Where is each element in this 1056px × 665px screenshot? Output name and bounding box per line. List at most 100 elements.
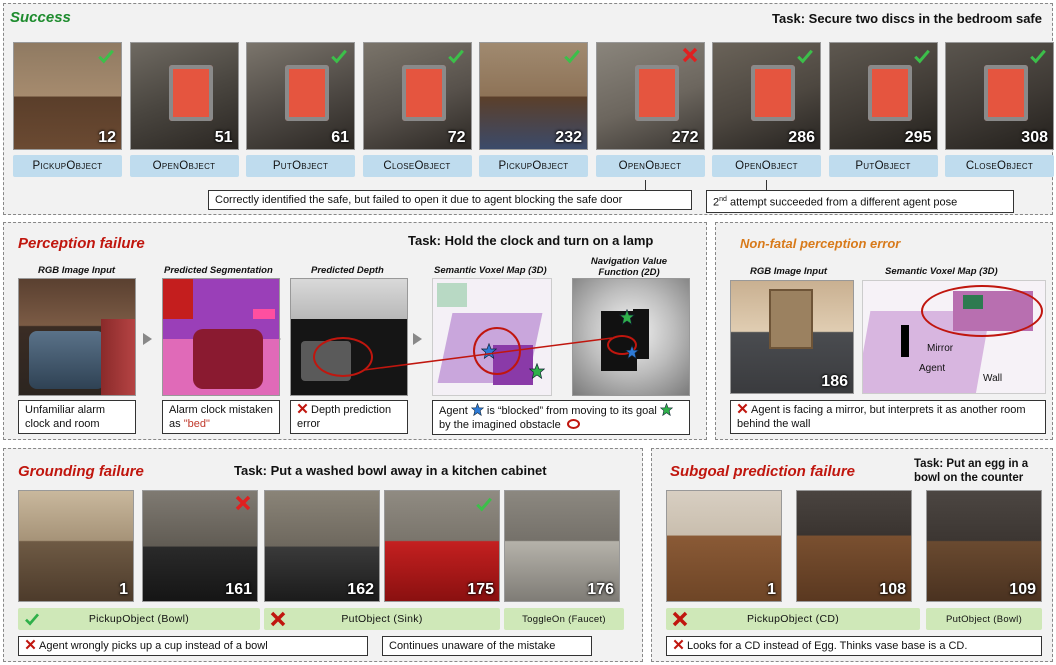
caption-voxel: Semantic Voxel Map (3D): [885, 266, 998, 277]
perception-note-1: Unfamiliar alarm clock and room: [18, 400, 136, 434]
note-highlight: "bed": [183, 418, 210, 430]
mirror-label: Mirror: [927, 343, 954, 354]
success-frame: 272: [595, 42, 705, 150]
frame-number: 61: [331, 129, 349, 146]
note-text: attempt succeeded from a different agent…: [726, 196, 958, 209]
frame-number: 186: [821, 373, 848, 390]
action-label: OpenObject: [712, 155, 821, 177]
x-mark-icon: [682, 47, 697, 63]
frame-number: 162: [347, 581, 374, 598]
x-mark-icon: [737, 403, 748, 414]
success-task: Task: Secure two discs in the bedroom sa…: [772, 11, 1042, 26]
note-text: Agent: [439, 405, 468, 417]
note-text: Agent wrongly picks up a cup instead of …: [39, 640, 268, 652]
safe-shape: [634, 65, 679, 121]
grounding-frame: 161: [142, 490, 258, 602]
frame-number: 109: [1009, 581, 1036, 598]
connector-line: [363, 337, 613, 371]
mirror-shape: [769, 289, 813, 349]
frame-number: 12: [98, 129, 116, 146]
x-mark-icon: [673, 639, 684, 650]
perception-note-4: Agent is “blocked” from moving to its go…: [432, 400, 690, 435]
note-text: by the imagined obstacle: [439, 419, 561, 431]
safe-shape: [285, 65, 329, 121]
grounding-note-1: Agent wrongly picks up a cup instead of …: [18, 636, 368, 656]
nonfatal-title: Non-fatal perception error: [740, 236, 901, 251]
safe-shape: [751, 65, 795, 121]
grounding-task: Task: Put a washed bowl away in a kitche…: [234, 463, 547, 478]
x-mark-icon: [297, 403, 308, 414]
check-icon: [1030, 49, 1046, 64]
frame-number: 108: [879, 581, 906, 598]
check-icon: [25, 613, 40, 626]
frame-number: 1: [767, 581, 776, 598]
action-label: ToggleOn (Faucet): [522, 613, 606, 625]
success-note-1: Correctly identified the safe, but faile…: [208, 190, 692, 210]
subgoal-frame: 1: [666, 490, 782, 602]
action-label: PutObject: [828, 155, 938, 177]
success-frame: 295: [828, 42, 938, 150]
frame-number: 308: [1021, 129, 1048, 146]
success-frame: 12: [13, 42, 122, 150]
action-label: OpenObject: [595, 155, 705, 177]
frame-number: 232: [555, 129, 582, 146]
grounding-frame: 1: [18, 490, 134, 602]
grounding-action-put: PutObject (Sink): [264, 608, 500, 630]
action-label: PickupObject: [479, 155, 588, 177]
note-text: Agent is facing a mirror, but interprets…: [737, 404, 1026, 430]
frame-number: 1: [119, 581, 128, 598]
subgoal-note: Looks for a CD instead of Egg. Thinks va…: [666, 636, 1042, 656]
grounding-frame: 175: [384, 490, 500, 602]
note-text: Depth prediction error: [297, 404, 392, 430]
agent-label: Agent: [919, 363, 946, 374]
action-label: PickupObject: [13, 155, 122, 177]
action-label: PickupObject (CD): [746, 613, 840, 625]
perception-note-3: Depth prediction error: [290, 400, 408, 434]
subgoal-title: Subgoal prediction failure: [670, 463, 856, 480]
subgoal-task-line-2: bowl on the counter: [914, 472, 1024, 484]
grounding-action-pickup: PickupObject (Bowl): [18, 608, 260, 630]
success-frame: 308: [945, 42, 1054, 150]
safe-shape: [984, 65, 1028, 121]
subgoal-frame: 109: [926, 490, 1042, 602]
nonfatal-note: Agent is facing a mirror, but interprets…: [730, 400, 1046, 434]
note-connector: [645, 180, 646, 190]
action-label: OpenObject: [129, 155, 239, 177]
wall-label: Wall: [983, 373, 1003, 384]
frame-number: 72: [447, 129, 466, 146]
success-frame: 51: [129, 42, 239, 150]
note-text: Looks for a CD instead of Egg. Thinks va…: [687, 640, 968, 652]
success-frame: 72: [362, 42, 472, 150]
success-frame: 232: [479, 42, 588, 150]
grounding-note-2: Continues unaware of the mistake: [382, 636, 592, 656]
check-icon: [447, 49, 464, 64]
obstacle-circle-icon: [566, 419, 580, 429]
check-icon: [913, 49, 930, 64]
success-title: Success: [10, 9, 71, 26]
action-label: PutObject (Bowl): [945, 613, 1023, 625]
note-text: is “blocked” from moving to its goal: [483, 405, 657, 417]
subgoal-action-pickup: PickupObject (CD): [666, 608, 920, 630]
goal-star-icon: [659, 402, 674, 417]
check-icon: [797, 49, 813, 64]
x-mark-icon: [25, 639, 36, 650]
grounding-title: Grounding failure: [18, 463, 144, 480]
grounding-frame: 162: [264, 490, 380, 602]
frame-number: 175: [467, 581, 494, 598]
action-label: PutObject: [246, 155, 355, 177]
frame-number: 272: [671, 129, 699, 146]
grounding-frame: 176: [504, 490, 620, 602]
safe-shape: [401, 65, 446, 121]
overlap-ellipse: [921, 285, 1043, 337]
subgoal-frame: 108: [796, 490, 912, 602]
grounding-action-toggle: ToggleOn (Faucet): [504, 608, 624, 630]
frame-number: 161: [225, 581, 252, 598]
subgoal-task-line-1: Task: Put an egg in a: [914, 458, 1029, 470]
note-connector: [766, 180, 767, 190]
frame-number: 295: [904, 129, 932, 146]
mirror-voxel: [901, 325, 909, 357]
frame-number: 176: [587, 581, 614, 598]
success-frame: 61: [246, 42, 355, 150]
frame-number: 286: [788, 129, 815, 146]
nonfatal-rgb-image: 186: [730, 280, 854, 394]
